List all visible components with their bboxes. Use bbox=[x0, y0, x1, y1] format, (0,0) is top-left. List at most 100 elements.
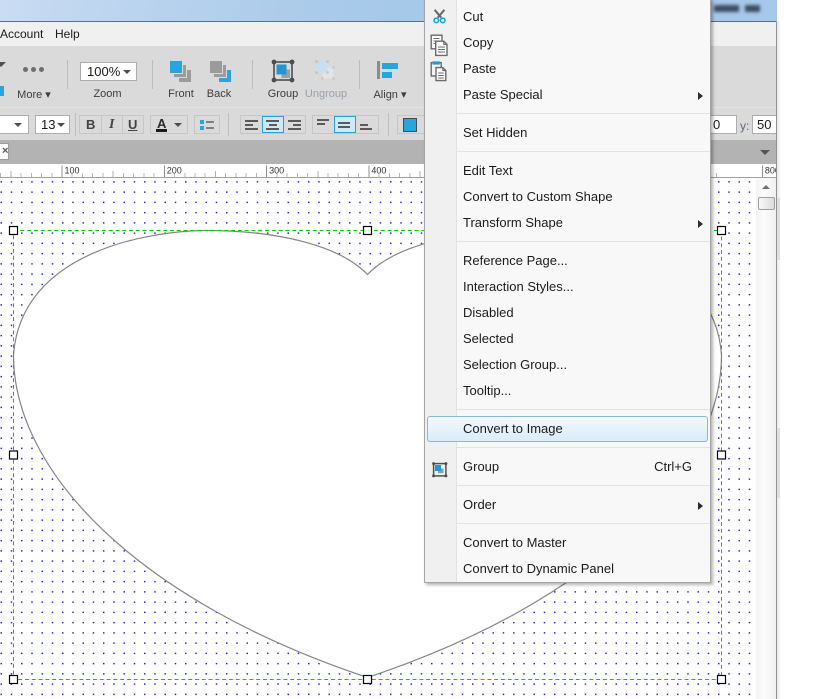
formatbar-separator bbox=[75, 113, 76, 136]
group-menu-icon bbox=[432, 462, 448, 478]
svg-text:300: 300 bbox=[269, 166, 284, 176]
zoom-dropdown-icon[interactable] bbox=[123, 70, 131, 74]
text-align-group bbox=[240, 115, 306, 134]
menu-item-label: Reference Page... bbox=[463, 248, 568, 274]
font-color-dropdown-icon[interactable] bbox=[174, 123, 182, 127]
menu-item-label: Copy bbox=[463, 30, 493, 56]
selection-handle[interactable] bbox=[718, 451, 726, 459]
selection-handle[interactable] bbox=[10, 676, 18, 684]
zoom-combo[interactable]: 100% bbox=[80, 62, 137, 81]
menu-account[interactable]: Account bbox=[0, 22, 43, 46]
paste-icon bbox=[430, 61, 448, 82]
more-label: More ▾ bbox=[14, 88, 54, 101]
font-family-dropdown-icon[interactable] bbox=[14, 123, 22, 127]
menu-help[interactable]: Help bbox=[55, 22, 80, 46]
menu-item-group[interactable]: GroupCtrl+G bbox=[425, 454, 710, 480]
vertical-scrollbar[interactable] bbox=[756, 178, 776, 699]
valign-middle-button[interactable] bbox=[334, 116, 356, 133]
context-menu-separator bbox=[457, 523, 710, 524]
window-shadow-segment bbox=[777, 428, 780, 498]
front-button[interactable]: Front bbox=[162, 56, 200, 98]
menu-item-tooltip[interactable]: Tooltip... bbox=[425, 378, 710, 404]
scrollbar-thumb[interactable] bbox=[758, 197, 775, 210]
menu-item-edit-text[interactable]: Edit Text bbox=[425, 158, 710, 184]
menu-item-paste-special[interactable]: Paste Special bbox=[425, 82, 710, 108]
group-label: Group bbox=[262, 88, 304, 100]
menu-item-label: Paste bbox=[463, 56, 496, 82]
font-size-combo[interactable]: 13 bbox=[35, 115, 70, 134]
back-icon bbox=[210, 61, 231, 82]
align-center-button[interactable] bbox=[262, 116, 284, 133]
menu-item-label: Convert to Image bbox=[463, 417, 563, 441]
menu-item-copy[interactable]: Copy bbox=[425, 30, 710, 56]
menu-item-cut[interactable]: Cut bbox=[425, 4, 710, 30]
screenshot-root: { "window": { "menu_items": [ {"id": "ac… bbox=[0, 0, 819, 699]
menu-item-disabled[interactable]: Disabled bbox=[425, 300, 710, 326]
menu-item-convert-to-master[interactable]: Convert to Master bbox=[425, 530, 710, 556]
y-value: 50 bbox=[757, 116, 771, 133]
ungroup-button[interactable]: Ungroup bbox=[304, 56, 348, 98]
font-size-dropdown-icon[interactable] bbox=[57, 123, 65, 127]
y-field-label: y: bbox=[740, 119, 749, 133]
valign-bottom-button[interactable] bbox=[355, 116, 378, 133]
window-shadow-segment bbox=[777, 198, 780, 260]
group-button[interactable]: Group bbox=[262, 56, 304, 98]
align-icon bbox=[377, 61, 400, 79]
menu-item-label: Convert to Custom Shape bbox=[463, 184, 613, 210]
selection-handle[interactable] bbox=[718, 227, 726, 235]
vertical-align-group bbox=[312, 115, 379, 134]
selection-handle[interactable] bbox=[10, 451, 18, 459]
valign-top-button[interactable] bbox=[313, 116, 335, 133]
align-button[interactable]: Align ▾ bbox=[370, 56, 410, 98]
scroll-up-icon[interactable] bbox=[756, 178, 776, 195]
window-title-text bbox=[712, 4, 776, 14]
menu-item-label: Convert to Dynamic Panel bbox=[463, 556, 614, 582]
menu-item-interaction-styles[interactable]: Interaction Styles... bbox=[425, 274, 710, 300]
submenu-arrow-icon bbox=[698, 502, 703, 510]
page-tab[interactable]: × bbox=[0, 143, 9, 160]
context-menu: CutCopyPastePaste Special Set Hidden Edit … bbox=[424, 0, 711, 583]
menu-item-label: Interaction Styles... bbox=[463, 274, 574, 300]
italic-button[interactable]: I bbox=[101, 116, 123, 133]
align-label: Align ▾ bbox=[370, 88, 410, 101]
selection-handle[interactable] bbox=[10, 227, 18, 235]
menu-item-convert-to-custom-shape[interactable]: Convert to Custom Shape bbox=[425, 184, 710, 210]
bold-button[interactable]: B bbox=[80, 116, 102, 133]
tab-close-icon[interactable]: × bbox=[2, 145, 8, 157]
fill-color-button[interactable] bbox=[397, 115, 426, 134]
window-shadow bbox=[777, 21, 781, 699]
menu-item-label: Paste Special bbox=[463, 82, 543, 108]
more-button[interactable]: More ▾ bbox=[14, 56, 54, 98]
more-dots-icon bbox=[23, 67, 28, 72]
selection-handle[interactable] bbox=[718, 676, 726, 684]
back-button[interactable]: Back bbox=[200, 56, 238, 98]
bullet-list-button[interactable] bbox=[194, 115, 220, 134]
menu-item-transform-shape[interactable]: Transform Shape bbox=[425, 210, 710, 236]
font-color-button[interactable]: A bbox=[150, 115, 188, 134]
menu-item-convert-to-image[interactable]: Convert to Image bbox=[427, 416, 708, 442]
menu-item-selection-group[interactable]: Selection Group... bbox=[425, 352, 710, 378]
tab-overflow-icon[interactable] bbox=[760, 150, 770, 155]
menu-item-selected[interactable]: Selected bbox=[425, 326, 710, 352]
align-left-button[interactable] bbox=[241, 116, 263, 133]
selection-handle[interactable] bbox=[364, 676, 372, 684]
menu-item-label: Edit Text bbox=[463, 158, 513, 184]
italic-label: I bbox=[109, 117, 114, 133]
menu-item-paste[interactable]: Paste bbox=[425, 56, 710, 82]
menu-item-label: Cut bbox=[463, 4, 483, 30]
underline-button[interactable]: U bbox=[122, 116, 143, 133]
ungroup-icon bbox=[314, 59, 338, 83]
formatbar-separator bbox=[388, 113, 389, 136]
selection-handle[interactable] bbox=[364, 227, 372, 235]
context-menu-separator bbox=[457, 151, 710, 152]
menu-item-set-hidden[interactable]: Set Hidden bbox=[425, 120, 710, 146]
bullet-icon bbox=[200, 120, 204, 124]
context-menu-separator bbox=[457, 113, 710, 114]
menu-item-order[interactable]: Order bbox=[425, 492, 710, 518]
menu-item-convert-to-dynamic-panel[interactable]: Convert to Dynamic Panel bbox=[425, 556, 710, 582]
align-right-button[interactable] bbox=[283, 116, 305, 133]
x-value: 0 bbox=[713, 116, 720, 133]
menu-item-reference-page[interactable]: Reference Page... bbox=[425, 248, 710, 274]
group-icon bbox=[271, 59, 295, 83]
font-family-combo[interactable] bbox=[0, 115, 29, 134]
